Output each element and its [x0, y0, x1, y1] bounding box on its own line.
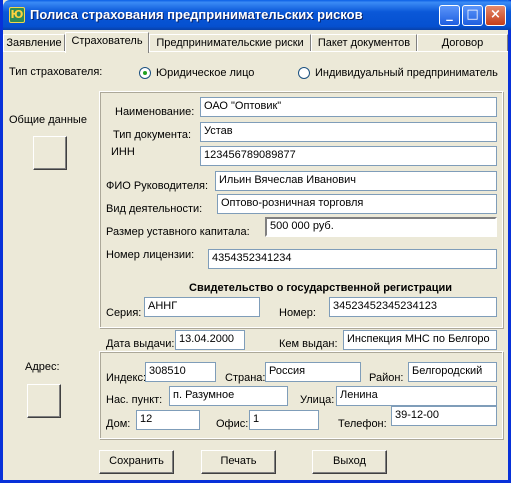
minimize-icon: _ — [446, 7, 453, 22]
main-window: Ю Полиса страхования предпринимательских… — [0, 0, 511, 483]
tab-documents[interactable]: Пакет документов — [311, 34, 417, 52]
inn-field[interactable]: 123456789089877 — [200, 146, 497, 166]
issue-date-field[interactable]: 13.04.2000 — [175, 330, 245, 350]
tab-risks[interactable]: Предпринимательские риски — [149, 34, 311, 52]
activity-label: Вид деятельности: — [106, 203, 203, 215]
tab-contract[interactable]: Договор — [417, 34, 508, 52]
house-label: Дом: — [106, 418, 131, 430]
address-label: Адрес: — [25, 361, 60, 373]
doctype-label: Тип документа: — [113, 129, 192, 141]
general-data-label: Общие данные — [9, 114, 87, 126]
activity-field[interactable]: Оптово-розничная торговля — [217, 194, 497, 214]
locality-label: Нас. пункт: — [106, 394, 163, 406]
radio-legal-entity-label: Юридическое лицо — [156, 67, 255, 79]
issue-date-label: Дата выдачи: — [106, 338, 175, 350]
index-label: Индекс: — [106, 372, 147, 384]
print-button[interactable]: Печать — [201, 450, 276, 474]
radio-entrepreneur-label: Индивидуальный предприниматель — [315, 67, 498, 79]
country-label: Страна: — [225, 372, 266, 384]
title-bar: Ю Полиса страхования предпринимательских… — [3, 0, 511, 30]
radio-legal-entity[interactable] — [139, 67, 151, 79]
window-title: Полиса страхования предпринимательских р… — [30, 7, 363, 22]
director-label: ФИО Руководителя: — [106, 180, 209, 192]
phone-label: Телефон: — [338, 418, 387, 430]
maximize-icon: □ — [466, 7, 479, 22]
radio-entrepreneur[interactable] — [298, 67, 310, 79]
doctype-field[interactable]: Устав — [200, 122, 497, 142]
country-field[interactable]: Россия — [265, 362, 361, 382]
office-field[interactable]: 1 — [249, 410, 319, 430]
insurer-type-label: Тип страхователя: — [9, 66, 103, 78]
phone-field[interactable]: 39-12-00 — [391, 406, 497, 426]
inn-label: ИНН — [111, 146, 135, 158]
locality-field[interactable]: п. Разумное — [169, 386, 288, 406]
close-button[interactable]: × — [485, 5, 506, 26]
house-field[interactable]: 12 — [136, 410, 200, 430]
minimize-button[interactable]: _ — [439, 5, 460, 26]
tab-bar: Заявление Страхователь Предпринимательск… — [3, 32, 508, 53]
close-icon: × — [490, 7, 501, 22]
issuer-field[interactable]: Инспекция МНС по Белгоро — [343, 330, 497, 350]
general-data-button[interactable] — [33, 136, 67, 170]
series-label: Серия: — [106, 307, 142, 319]
office-label: Офис: — [216, 418, 249, 430]
tab-strakhovatel[interactable]: Страхователь — [65, 32, 149, 53]
license-label: Номер лицензии: — [106, 249, 195, 261]
series-field[interactable]: АННГ — [144, 297, 260, 317]
capital-field[interactable]: 500 000 руб. — [265, 217, 497, 237]
issuer-label: Кем выдан: — [279, 338, 338, 350]
tab-zayavlenie[interactable]: Заявление — [3, 34, 65, 52]
app-icon: Ю — [9, 7, 25, 23]
index-field[interactable]: 308510 — [145, 362, 216, 382]
street-field[interactable]: Ленина — [336, 386, 497, 406]
region-label: Район: — [369, 372, 404, 384]
number-label: Номер: — [279, 307, 316, 319]
license-field[interactable]: 4354352341234 — [208, 249, 497, 269]
exit-button[interactable]: Выход — [312, 450, 387, 474]
registration-heading: Свидетельство о государственной регистра… — [189, 282, 453, 294]
maximize-button[interactable]: □ — [462, 5, 483, 26]
address-button[interactable] — [27, 384, 61, 418]
save-button[interactable]: Сохранить — [99, 450, 174, 474]
director-field[interactable]: Ильин Вячеслав Иванович — [215, 171, 497, 191]
name-label: Наименование: — [115, 106, 195, 118]
street-label: Улица: — [300, 394, 335, 406]
name-field[interactable]: ОАО "Оптовик" — [200, 97, 497, 117]
capital-label: Размер уставного капитала: — [106, 226, 250, 238]
number-field[interactable]: 34523452345234123 — [329, 297, 497, 317]
tab-page-strakhovatel: Тип страхователя: Юридическое лицо Индив… — [3, 51, 508, 477]
region-field[interactable]: Белгородский — [408, 362, 497, 382]
